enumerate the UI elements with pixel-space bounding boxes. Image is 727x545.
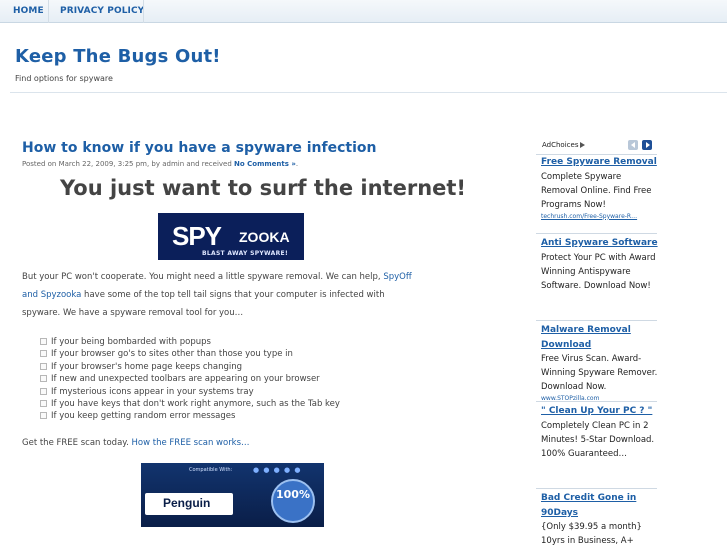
ad-title-link[interactable]: Free Spyware Removal [541,155,659,170]
compatible-with-label: Compatible With: [189,467,233,473]
ad-unit: Malware Removal Download Free Virus Scan… [541,323,659,404]
ad-title-link[interactable]: Bad Credit Gone in 90Days [541,491,659,520]
spyzooka-banner[interactable]: SPY ZOOKA BLAST AWAY SPYWARE! [158,213,304,260]
list-item-text: If you have keys that don't work right a… [51,398,340,409]
checkbox-icon [40,399,47,407]
post-headline: You just want to surf the internet! [60,176,467,200]
list-item-text: If your being bombarded with popups [51,337,211,347]
comments-link[interactable]: No Comments » [234,160,296,168]
list-item: If you keep getting random error message… [40,410,340,422]
spyzooka-logo-spy: SPY [172,221,222,251]
post-paragraph-1: But your PC won't cooperate. You might n… [22,272,412,282]
post-meta-text: Posted on March 22, 2009, 3:25 pm, by ad… [22,160,235,168]
ad-unit: Bad Credit Gone in 90Days {Only $39.95 a… [541,491,659,545]
checkbox-icon [40,338,47,345]
ad-prev-button[interactable] [628,140,638,150]
chevron-left-icon [631,142,635,148]
os-logos-icon: ● ● ● ● ● [253,466,302,474]
free-scan-text: Get the FREE scan today. [22,438,132,448]
site-tagline: Find options for spyware [15,74,113,83]
chevron-right-icon [646,142,650,148]
list-item-text: If your browser's home page keeps changi… [51,361,243,372]
guarantee-seal: 100% [271,479,315,523]
free-scan-line: Get the FREE scan today. How the FREE sc… [22,438,250,448]
list-item-text: If your browser go's to sites other than… [51,349,293,360]
paragraph-text: have some of the top tell tail signs tha… [81,290,385,300]
nav-divider [48,0,49,23]
penguin-banner[interactable]: Compatible With: ● ● ● ● ● Penguin 100% [141,463,324,527]
adchoices-bar: AdChoices [536,140,656,152]
checkbox-icon [40,362,47,370]
list-item: If your being bombarded with popups [40,336,340,348]
ad-divider [536,233,657,234]
penguin-brand: Penguin [163,496,211,510]
paragraph-text: But your PC won't cooperate. You might n… [22,272,384,282]
ad-title-link[interactable]: Anti Spyware Software [541,236,659,251]
list-item-text: If you keep getting random error message… [51,411,236,422]
checkbox-icon [40,387,47,395]
adchoices-text: AdChoices [542,141,579,149]
list-item: If mysterious icons appear in your syste… [40,386,340,398]
ad-description: Complete Spyware Removal Online. Find Fr… [541,171,652,210]
ad-unit: " Clean Up Your PC ? " Completely Clean … [541,404,659,461]
post-meta: Posted on March 22, 2009, 3:25 pm, by ad… [22,160,298,168]
list-item-text: If mysterious icons appear in your syste… [51,386,254,397]
checkbox-icon [40,412,47,420]
spyoff-link[interactable]: SpyOff [383,272,411,282]
nav-home-link[interactable]: HOME [13,6,44,16]
ad-unit: Free Spyware Removal Complete Spyware Re… [541,155,659,222]
post-meta-suffix: . [295,160,299,168]
post-paragraph-1-line-3: spyware. We have a spyware removal tool … [22,308,244,318]
symptom-list: If your being bombarded with popups If y… [40,336,340,423]
spyzooka-tagline: BLAST AWAY SPYWARE! [202,250,288,257]
ad-description: Protect Your PC with Award Winning Antis… [541,252,656,291]
list-item: If you have keys that don't work right a… [40,398,340,410]
ad-description: {Only $39.95 a month} 10yrs in Business,… [541,522,642,545]
ad-divider [536,320,657,321]
adchoices-icon [580,142,586,148]
checkbox-icon [40,350,47,358]
ad-unit: Anti Spyware Software Protect Your PC wi… [541,236,659,293]
ad-description: Completely Clean PC in 2 Minutes! 5-Star… [541,420,655,459]
post-title-link[interactable]: How to know if you have a spyware infect… [22,140,376,156]
adchoices-label[interactable]: AdChoices [542,141,586,149]
ad-divider [536,401,657,402]
nav-privacy-link[interactable]: PRIVACY POLICY [60,6,144,16]
ad-description: Free Virus Scan. Award-Winning Spyware R… [541,354,658,392]
header-divider [10,92,727,93]
post-paragraph-1-line-2: and Spyzooka have some of the top tell t… [22,290,385,300]
list-item: If your browser's home page keeps changi… [40,361,340,373]
checkbox-icon [40,375,47,383]
ad-url-link[interactable]: techrush.com/Free-Spyware-R… [541,212,659,222]
spyzooka-link[interactable]: and Spyzooka [22,290,81,300]
ad-divider [536,488,657,489]
list-item: If your browser go's to sites other than… [40,348,340,360]
top-navigation: HOME PRIVACY POLICY [0,0,727,23]
ad-next-button[interactable] [642,140,652,150]
ad-title-link[interactable]: " Clean Up Your PC ? " [541,404,659,419]
ad-url-link[interactable]: www.STOPzilla.com [541,394,659,404]
site-title[interactable]: Keep The Bugs Out! [15,46,221,67]
list-item: If new and unexpected toolbars are appea… [40,373,340,385]
nav-divider [143,0,144,23]
spyzooka-logo-zooka: ZOOKA [239,229,290,245]
ad-title-link[interactable]: Malware Removal Download [541,323,659,352]
list-item-text: If new and unexpected toolbars are appea… [51,374,320,385]
free-scan-link[interactable]: How the FREE scan works… [132,438,250,448]
